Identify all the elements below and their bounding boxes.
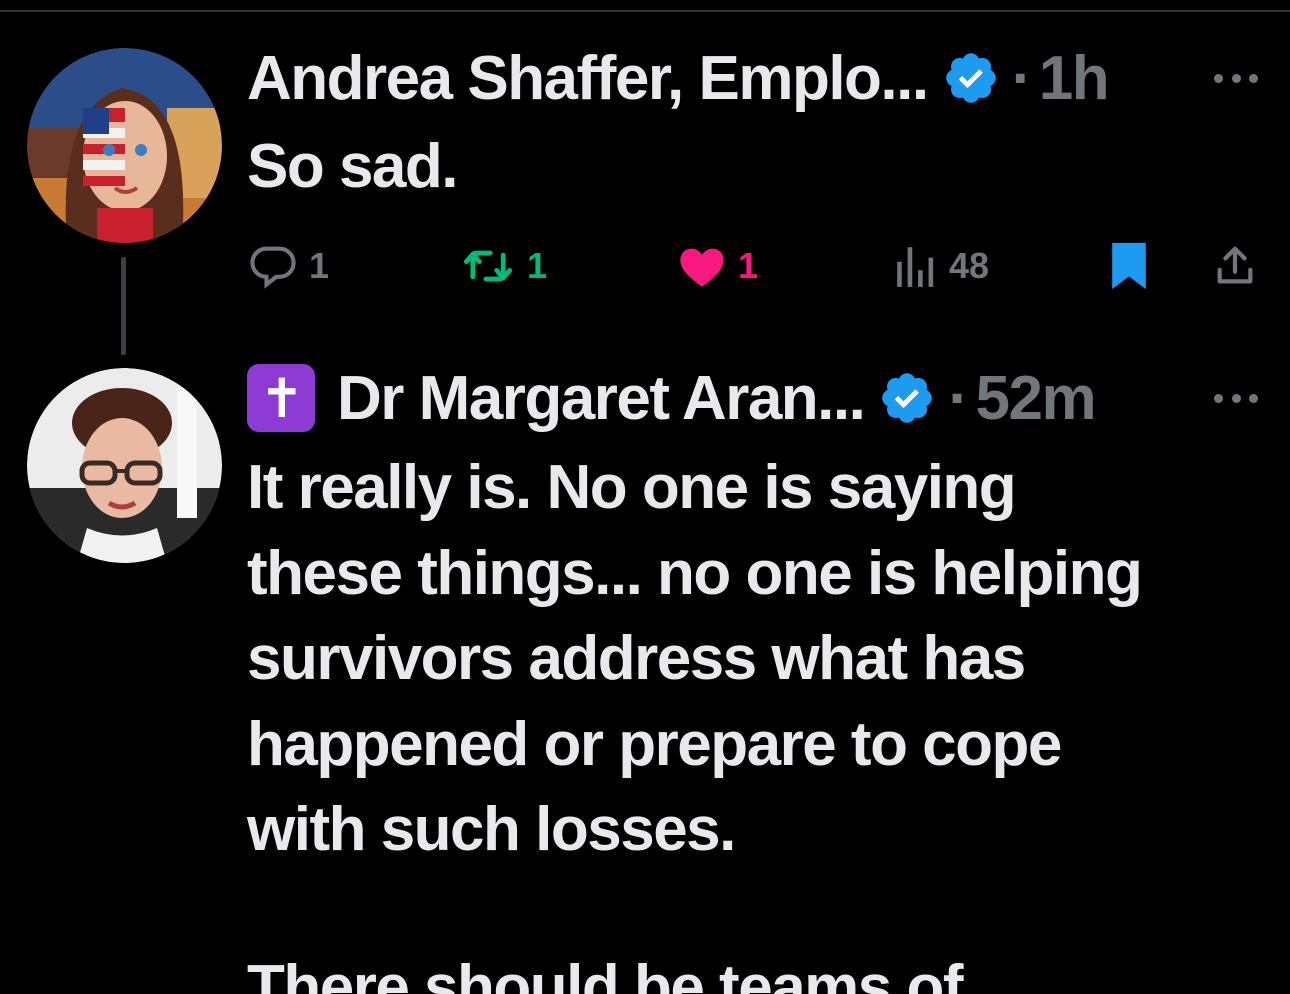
- verified-badge-icon[interactable]: [942, 49, 1000, 107]
- avatar[interactable]: [27, 368, 222, 563]
- retweet-icon: [463, 250, 513, 282]
- tweet-header: Andrea Shaffer, Emplo... · 1h: [247, 42, 1110, 114]
- tweet-header: ✝ Dr Margaret Aran... · 52m: [247, 362, 1097, 434]
- timestamp[interactable]: 1h: [1039, 43, 1110, 114]
- more-options-icon[interactable]: [1214, 71, 1258, 85]
- separator-dot: ·: [1011, 43, 1033, 113]
- timestamp[interactable]: 52m: [976, 363, 1097, 434]
- like-button[interactable]: 1: [676, 240, 758, 292]
- retweet-button[interactable]: 1: [459, 240, 547, 292]
- cross-emoji-badge: ✝: [247, 364, 315, 432]
- reply-count: 1: [309, 245, 330, 286]
- share-button[interactable]: [1212, 240, 1258, 292]
- more-options-icon[interactable]: [1214, 391, 1258, 405]
- tweet-text: So sad.: [247, 132, 459, 201]
- heart-icon: [680, 248, 724, 287]
- thread-connector-line: [121, 257, 126, 355]
- share-icon: [1217, 246, 1253, 284]
- display-name[interactable]: Dr Margaret Aran...: [337, 363, 866, 434]
- views-chart-icon: [897, 247, 934, 287]
- like-count: 1: [738, 245, 759, 286]
- reply-icon: [250, 246, 296, 289]
- tweet-text: It really is. No one is saying these thi…: [247, 453, 1143, 864]
- divider: [0, 10, 1290, 12]
- tweet-text-continued: There should be teams of: [247, 953, 964, 994]
- bookmark-button[interactable]: [1108, 240, 1150, 292]
- views-button[interactable]: 48: [893, 240, 989, 292]
- retweet-count: 1: [527, 245, 548, 286]
- bookmark-icon: [1112, 242, 1146, 290]
- avatar[interactable]: [27, 48, 222, 243]
- separator-dot: ·: [948, 363, 969, 433]
- views-count: 48: [949, 245, 990, 286]
- display-name[interactable]: Andrea Shaffer, Emplo...: [247, 43, 929, 114]
- thread-view: Andrea Shaffer, Emplo... · 1h So sad. 1 …: [0, 0, 1290, 994]
- reply-button[interactable]: 1: [247, 240, 329, 292]
- verified-badge-icon[interactable]: [878, 369, 936, 427]
